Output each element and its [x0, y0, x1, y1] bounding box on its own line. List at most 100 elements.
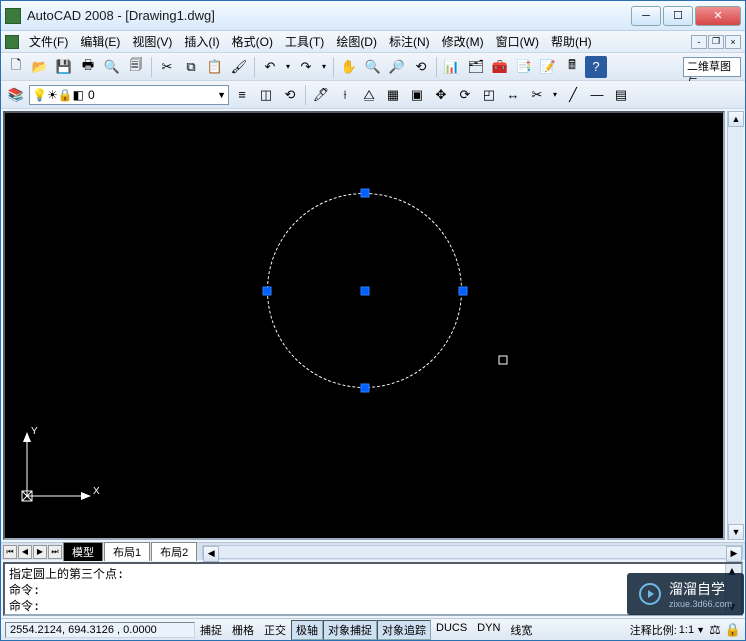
layer-properties-icon[interactable]: 📚 [5, 84, 27, 106]
scroll-left-icon[interactable]: ◀ [203, 546, 219, 562]
save-icon[interactable]: 💾 [53, 56, 75, 78]
scale-icon[interactable]: ◰ [478, 84, 500, 106]
scroll-down-icon[interactable]: ▼ [726, 600, 741, 614]
status-toggle-1[interactable]: 栅格 [227, 620, 259, 640]
tab-last-icon[interactable]: ⏭ [48, 545, 62, 559]
menu-insert[interactable]: 插入(I) [178, 31, 225, 52]
status-toggle-7[interactable]: DYN [472, 620, 505, 640]
tab-prev-icon[interactable]: ◀ [18, 545, 32, 559]
status-toggle-2[interactable]: 正交 [259, 620, 291, 640]
annoscale-lock-icon[interactable]: 🔒 [725, 622, 741, 638]
grip-right[interactable] [459, 287, 468, 296]
status-toggle-4[interactable]: 对象捕捉 [323, 620, 377, 640]
command-window[interactable]: 指定圆上的第三个点: 命令: 命令: ▲ ▼ [3, 562, 743, 616]
tab-next-icon[interactable]: ▶ [33, 545, 47, 559]
status-toggle-8[interactable]: 线宽 [505, 620, 537, 640]
minimize-button[interactable]: ─ [631, 6, 661, 26]
bylayer-icon[interactable]: — [586, 84, 608, 106]
publish-icon[interactable]: 🗐 [125, 56, 147, 78]
menu-help[interactable]: 帮助(H) [545, 31, 598, 52]
zoom-window-icon[interactable]: 🔎 [386, 56, 408, 78]
scroll-down-icon[interactable]: ▼ [728, 524, 744, 540]
menu-tools[interactable]: 工具(T) [279, 31, 330, 52]
menu-window[interactable]: 窗口(W) [490, 31, 545, 52]
cut-icon[interactable]: ✂ [156, 56, 178, 78]
mdi-close[interactable]: × [725, 35, 741, 49]
command-prompt[interactable]: 命令: [9, 598, 721, 614]
draw-icon[interactable]: 🖊 [310, 84, 332, 106]
scroll-up-icon[interactable]: ▲ [726, 564, 741, 578]
dim-icon[interactable]: ⟊ [334, 84, 356, 106]
annoscale-icon[interactable]: ⚖ [707, 622, 723, 638]
menu-modify[interactable]: 修改(M) [436, 31, 490, 52]
scroll-up-icon[interactable]: ▲ [728, 111, 744, 127]
paste-icon[interactable]: 📋 [204, 56, 226, 78]
zoom-realtime-icon[interactable]: 🔍 [362, 56, 384, 78]
stretch-icon[interactable]: ↔ [502, 84, 524, 106]
mirror-icon[interactable]: ⧋ [358, 84, 380, 106]
grip-left[interactable] [263, 287, 272, 296]
layer-states-icon[interactable]: ≡ [231, 84, 253, 106]
undo-icon[interactable]: ↶ [259, 56, 281, 78]
coordinate-display[interactable]: 2554.2124, 694.3126 , 0.0000 [5, 622, 195, 638]
copy-icon[interactable]: ⧉ [180, 56, 202, 78]
tab-layout1[interactable]: 布局1 [104, 542, 150, 561]
layer-prev-icon[interactable]: ⟲ [279, 84, 301, 106]
plot-icon[interactable]: 🖶 [77, 56, 99, 78]
menu-edit[interactable]: 编辑(E) [74, 31, 126, 52]
close-button[interactable]: ✕ [695, 6, 741, 26]
command-scrollbar[interactable]: ▲ ▼ [725, 564, 741, 614]
dropdown-icon[interactable]: ▾ [550, 84, 560, 106]
drawing-area[interactable]: Y X [3, 111, 725, 540]
status-toggle-3[interactable]: 极轴 [291, 620, 323, 640]
layer-combo[interactable]: 💡 ☀ 🔒 ◧ 0 ▼ [29, 85, 229, 105]
trim-icon[interactable]: ✂ [526, 84, 548, 106]
chevron-down-icon[interactable]: ▼ [696, 625, 705, 635]
menu-format[interactable]: 格式(O) [226, 31, 279, 52]
menu-dim[interactable]: 标注(N) [383, 31, 436, 52]
sheetset-icon[interactable]: 📑 [513, 56, 535, 78]
maximize-button[interactable]: ☐ [663, 6, 693, 26]
layer-iso-icon[interactable]: ◫ [255, 84, 277, 106]
zoom-prev-icon[interactable]: ⟲ [410, 56, 432, 78]
menu-view[interactable]: 视图(V) [126, 31, 178, 52]
grip-top[interactable] [361, 189, 370, 198]
plot-preview-icon[interactable]: 🔍 [101, 56, 123, 78]
menu-draw[interactable]: 绘图(D) [330, 31, 383, 52]
horizontal-scrollbar[interactable]: ◀ ▶ [202, 545, 743, 559]
status-toggle-6[interactable]: DUCS [431, 620, 472, 640]
mdi-minimize[interactable]: - [691, 35, 707, 49]
move-icon[interactable]: ✥ [430, 84, 452, 106]
tab-model[interactable]: 模型 [63, 542, 103, 561]
block-icon[interactable]: ▣ [406, 84, 428, 106]
rotate-icon[interactable]: ⟳ [454, 84, 476, 106]
quickcalc-icon[interactable]: 🖩 [561, 56, 583, 78]
toolpalettes-icon[interactable]: 🧰 [489, 56, 511, 78]
tab-layout2[interactable]: 布局2 [151, 542, 197, 561]
grip-center[interactable] [361, 287, 370, 296]
pan-icon[interactable]: ✋ [338, 56, 360, 78]
matchprop-icon[interactable]: 🖌 [228, 56, 250, 78]
grip-bottom[interactable] [361, 384, 370, 393]
workspace-combo[interactable]: 二维草图与 [683, 57, 741, 77]
markup-icon[interactable]: 📝 [537, 56, 559, 78]
linetype-icon[interactable]: ╱ [562, 84, 584, 106]
help-icon[interactable]: ? [585, 56, 607, 78]
vertical-scrollbar[interactable]: ▲ ▼ [727, 111, 743, 540]
menu-file[interactable]: 文件(F) [23, 31, 74, 52]
mdi-restore[interactable]: ❐ [708, 35, 724, 49]
more-icon[interactable]: ▤ [610, 84, 632, 106]
redo-icon[interactable]: ↷ [295, 56, 317, 78]
designcenter-icon[interactable]: 🗂 [465, 56, 487, 78]
scroll-right-icon[interactable]: ▶ [726, 546, 742, 562]
annoscale-value[interactable]: 1:1 [679, 624, 694, 636]
status-toggle-5[interactable]: 对象追踪 [377, 620, 431, 640]
properties-icon[interactable]: 📊 [441, 56, 463, 78]
tab-first-icon[interactable]: ⏮ [3, 545, 17, 559]
redo-dropdown-icon[interactable]: ▾ [319, 56, 329, 78]
undo-dropdown-icon[interactable]: ▾ [283, 56, 293, 78]
status-toggle-0[interactable]: 捕捉 [195, 620, 227, 640]
new-icon[interactable]: 🗋 [5, 56, 27, 78]
array-icon[interactable]: ▦ [382, 84, 404, 106]
open-icon[interactable]: 📂 [29, 56, 51, 78]
